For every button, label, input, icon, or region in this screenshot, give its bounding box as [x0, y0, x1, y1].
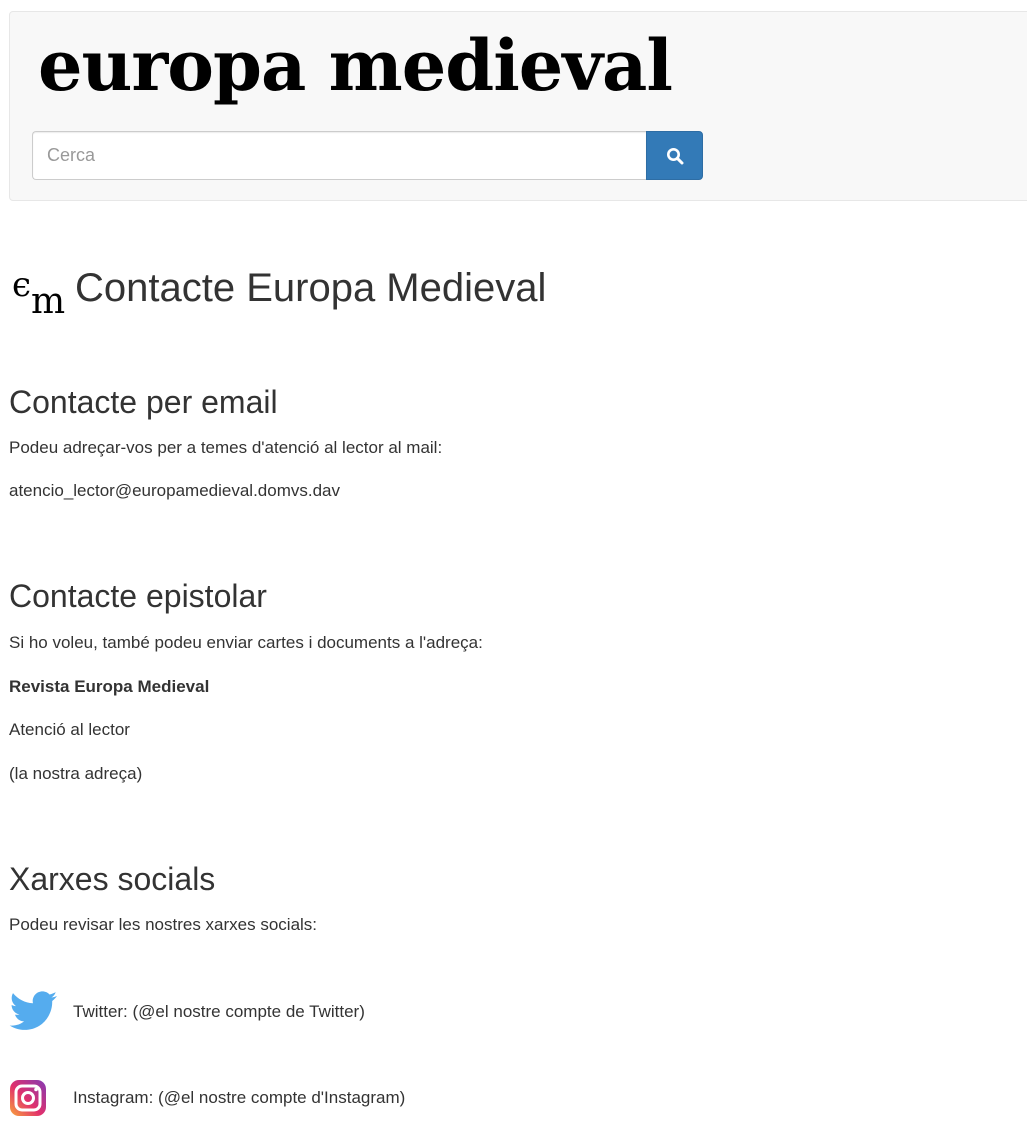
postal-address: (la nostra adreça) [9, 764, 143, 783]
letter-section-text: Si ho voleu, també podeu enviar cartes i… [9, 633, 483, 652]
twitter-label: Twitter: (@el nostre compte de Twitter) [73, 1002, 365, 1021]
postal-recipient: Revista Europa Medieval [9, 677, 210, 696]
social-section-text: Podeu revisar les nostres xarxes socials… [9, 915, 318, 934]
email-section-heading: Contacte per email [9, 384, 278, 420]
em-logo-mark: є m [9, 262, 75, 322]
letter-section-heading: Contacte epistolar [9, 578, 267, 614]
postal-department: Atenció al lector [9, 720, 130, 739]
twitter-icon [9, 990, 61, 1034]
social-item-twitter[interactable]: Twitter: (@el nostre compte de Twitter) [9, 990, 365, 1034]
email-section-text: Podeu adreçar-vos per a temes d'atenció … [9, 438, 443, 457]
social-section-heading: Xarxes socials [9, 861, 216, 897]
page-heading: Contacte Europa Medieval [75, 266, 547, 310]
search-icon [666, 147, 683, 164]
em-mark-letter-m: m [31, 281, 66, 322]
email-address[interactable]: atencio_lector@europamedieval.domvs.dav [9, 480, 340, 502]
search-button[interactable] [646, 131, 703, 180]
search-input[interactable] [32, 131, 646, 180]
instagram-icon [9, 1076, 61, 1120]
page-title: є m Contacte Europa Medieval [9, 262, 547, 322]
site-logo[interactable]: europa medieval [38, 26, 673, 106]
instagram-label: Instagram: (@el nostre compte d'Instagra… [73, 1088, 406, 1107]
social-item-instagram[interactable]: Instagram: (@el nostre compte d'Instagra… [9, 1076, 405, 1120]
site-header: europa medieval [9, 11, 1027, 201]
em-mark-letter-e: є [12, 265, 32, 305]
search-bar [32, 131, 703, 180]
